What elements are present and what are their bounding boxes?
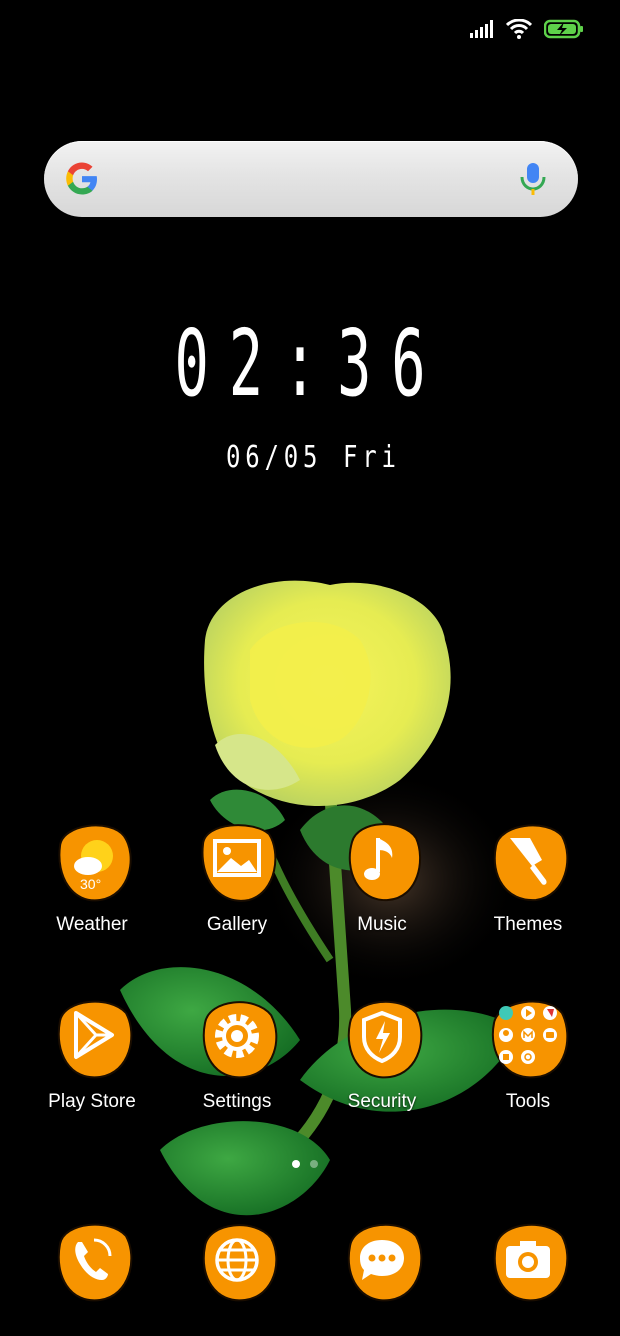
play-store-icon: [57, 1000, 133, 1079]
page-dot[interactable]: [310, 1160, 318, 1168]
app-label-tools: Tools: [505, 1091, 551, 1112]
app-label-weather: Weather: [56, 914, 128, 935]
app-label-play-store: Play Store: [48, 1091, 136, 1112]
app-music[interactable]: Music: [322, 816, 442, 936]
app-label-gallery: Gallery: [206, 914, 268, 935]
camera-icon: [493, 1223, 569, 1302]
dock-browser[interactable]: [177, 1216, 297, 1304]
app-label-themes: Themes: [493, 914, 563, 935]
settings-icon: [202, 1001, 278, 1079]
google-search-bar[interactable]: [44, 141, 578, 217]
date-text: 06/05: [226, 440, 323, 475]
app-gallery[interactable]: Gallery: [177, 816, 297, 936]
status-bar: [470, 14, 584, 44]
messages-icon: [347, 1223, 423, 1302]
app-tools-folder[interactable]: Tools: [468, 993, 588, 1113]
dock-camera[interactable]: [468, 1216, 588, 1304]
tools-folder-icon: [491, 1000, 569, 1079]
app-label-music: Music: [357, 914, 407, 935]
app-weather[interactable]: 30° Weather: [32, 816, 152, 936]
dock-messages[interactable]: [322, 1216, 442, 1304]
app-play-store[interactable]: Play Store: [32, 993, 152, 1113]
themes-icon: [493, 824, 569, 902]
wifi-icon: [506, 19, 532, 39]
app-label-settings: Settings: [202, 1091, 272, 1112]
page-indicator: [292, 1160, 318, 1168]
day-of-week: Fri: [343, 440, 401, 475]
weather-icon: 30°: [58, 824, 132, 902]
weather-temp: 30°: [80, 876, 101, 892]
phone-icon: [57, 1223, 133, 1302]
security-icon: [347, 1000, 423, 1079]
battery-charging-icon: [544, 19, 583, 39]
music-icon: [348, 823, 422, 902]
app-label-security: Security: [347, 1091, 417, 1112]
signal-icon: [470, 20, 493, 38]
clock-time[interactable]: 02:36: [118, 318, 502, 410]
app-settings[interactable]: Settings: [177, 993, 297, 1113]
microphone-icon[interactable]: [516, 161, 550, 197]
clock-date: 06/05 Fri: [226, 440, 401, 475]
app-themes[interactable]: Themes: [468, 816, 588, 936]
dock-phone[interactable]: [32, 1216, 152, 1304]
browser-icon: [202, 1224, 278, 1302]
gallery-icon: [201, 824, 277, 902]
google-logo-icon: [66, 162, 97, 195]
page-dot-active[interactable]: [292, 1160, 300, 1168]
app-security[interactable]: Security: [322, 993, 442, 1113]
